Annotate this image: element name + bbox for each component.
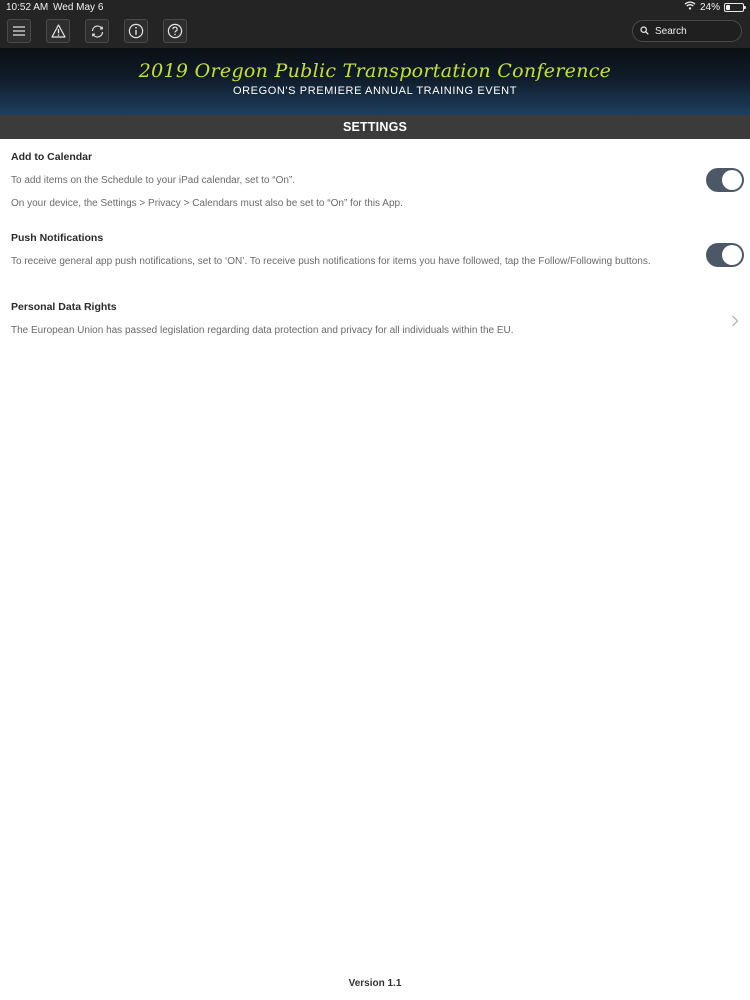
privacy-description: The European Union has passed legislatio… (11, 325, 514, 336)
help-icon (167, 23, 183, 39)
calendar-description-line1: To add items on the Schedule to your iPa… (11, 175, 296, 186)
calendar-toggle[interactable] (706, 168, 744, 192)
search-label: Search (655, 25, 687, 37)
push-description: To receive general app push notification… (11, 256, 651, 267)
toggle-knob (722, 170, 742, 190)
calendar-section-title: Add to Calendar (11, 151, 93, 163)
version-label: Version 1.1 (348, 978, 402, 989)
info-icon (128, 23, 144, 39)
status-date: Wed May 6 (53, 2, 104, 13)
battery-level (726, 4, 730, 10)
push-section-title: Push Notifications (11, 232, 104, 244)
refresh-icon (90, 24, 105, 39)
banner-subtitle: OREGON'S PREMIERE ANNUAL TRAINING EVENT (232, 85, 518, 97)
search-field[interactable]: Search (632, 20, 742, 42)
status-time: 10:52 AM (6, 2, 49, 13)
menu-button[interactable] (7, 19, 31, 43)
alert-icon (50, 24, 66, 38)
battery-percent: 24% (699, 1, 720, 13)
chevron-right-icon[interactable] (731, 314, 739, 332)
personal-data-rights-row[interactable]: Personal Data Rights The European Union … (0, 292, 750, 344)
conference-banner: 2019 Oregon Public Transportation Confer… (0, 48, 750, 115)
info-button[interactable] (124, 19, 148, 43)
toggle-knob (722, 245, 742, 265)
privacy-section-title: Personal Data Rights (11, 301, 117, 313)
alert-button[interactable] (46, 19, 70, 43)
status-bar: 10:52 AM Wed May 6 24% (0, 0, 750, 15)
toolbar: Search (0, 15, 750, 48)
refresh-button[interactable] (85, 19, 109, 43)
page-title: SETTINGS (0, 115, 750, 139)
battery-icon (724, 2, 746, 12)
banner-title: 2019 Oregon Public Transportation Confer… (138, 60, 612, 82)
search-icon (640, 22, 649, 40)
status-indicators: 24% (684, 1, 746, 13)
menu-icon (12, 25, 26, 37)
help-button[interactable] (163, 19, 187, 43)
push-toggle[interactable] (706, 243, 744, 267)
wifi-icon (684, 1, 696, 13)
calendar-description-line2: On your device, the Settings > Privacy >… (11, 198, 403, 209)
